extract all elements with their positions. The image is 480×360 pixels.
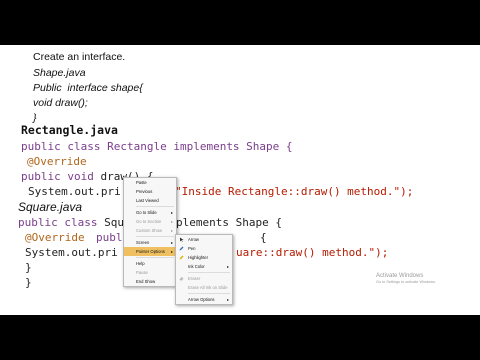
context-menu: Paste Previous Last Viewed Go to Slide ▸ … bbox=[123, 177, 177, 287]
highlighter-icon bbox=[179, 255, 184, 260]
menu-item-pause[interactable]: Pause bbox=[124, 268, 176, 277]
rect-code-line-2: @Override bbox=[27, 155, 87, 168]
watermark-title: Activate Windows bbox=[376, 273, 424, 279]
intro-line-1: Create an interface. bbox=[33, 51, 126, 63]
square-code-line-5: } bbox=[25, 276, 32, 289]
rect-code-line-4b: "Inside Rectangle::draw() method."); bbox=[175, 185, 414, 198]
menu-separator bbox=[136, 206, 174, 207]
eraser-icon bbox=[179, 277, 184, 281]
menu-item-help[interactable]: Help bbox=[124, 259, 176, 268]
menu-separator bbox=[136, 236, 174, 237]
submenu-arrow-icon: ▸ bbox=[170, 240, 173, 245]
watermark-subtitle: Go to Settings to activate Windows. bbox=[376, 279, 436, 284]
submenu-arrow-icon: ▸ bbox=[170, 210, 173, 215]
menu-item-previous[interactable]: Previous bbox=[124, 187, 176, 196]
submenu-item-arrow-options[interactable]: Arrow Options ▸ bbox=[176, 295, 232, 304]
menu-item-pointer-options[interactable]: Pointer Options ▸ bbox=[124, 247, 176, 256]
intro-line-4: void draw(); bbox=[33, 97, 88, 109]
pen-icon bbox=[179, 246, 184, 251]
submenu-item-eraser[interactable]: Eraser bbox=[176, 274, 232, 283]
bottom-letterbox bbox=[0, 315, 480, 360]
menu-separator bbox=[188, 293, 230, 294]
square-code-line-2c: { bbox=[260, 231, 267, 244]
square-code-line-3a: System.out.pri bbox=[25, 246, 118, 259]
submenu-item-ink-color[interactable]: Ink Color ▸ bbox=[176, 262, 232, 271]
rectangle-heading: Rectangle.java bbox=[21, 123, 118, 137]
submenu-arrow-icon: ▸ bbox=[170, 249, 173, 254]
submenu-arrow-icon: ▸ bbox=[226, 297, 229, 302]
intro-line-3: Public interface shape{ bbox=[33, 82, 143, 94]
top-letterbox bbox=[0, 0, 480, 45]
submenu-arrow-icon: ▸ bbox=[226, 264, 229, 269]
submenu-item-pen[interactable]: Pen bbox=[176, 244, 232, 253]
menu-item-custom-show[interactable]: Custom Show ▸ bbox=[124, 226, 176, 235]
pointer-options-submenu: Arrow Pen Highlighter Ink Color ▸ Eraser … bbox=[175, 234, 233, 305]
square-heading: Square.java bbox=[18, 200, 83, 214]
intro-line-5: } bbox=[33, 112, 37, 124]
submenu-arrow-icon: ▸ bbox=[170, 228, 173, 233]
intro-line-2: Shape.java bbox=[33, 67, 86, 79]
submenu-item-erase-all[interactable]: Erase All Ink on Slide bbox=[176, 283, 232, 292]
square-code-line-2: @Override bbox=[25, 231, 85, 244]
menu-separator bbox=[188, 272, 230, 273]
menu-item-end-show[interactable]: End Show bbox=[124, 277, 176, 286]
submenu-item-arrow[interactable]: Arrow bbox=[176, 235, 232, 244]
menu-separator bbox=[136, 257, 174, 258]
rect-code-line-4a: System.out.pri bbox=[28, 185, 121, 198]
square-code-line-2b: publ bbox=[96, 231, 123, 244]
submenu-arrow-icon: ▸ bbox=[170, 219, 173, 224]
square-code-line-3b: uare::draw() method."); bbox=[236, 246, 389, 259]
menu-item-go-to-slide[interactable]: Go to Slide ▸ bbox=[124, 208, 176, 217]
menu-item-last-viewed[interactable]: Last Viewed bbox=[124, 196, 176, 205]
square-code-line-4: } bbox=[25, 261, 32, 274]
square-code-line-1: public class Squ bbox=[18, 216, 124, 229]
menu-item-screen[interactable]: Screen ▸ bbox=[124, 238, 176, 247]
activate-windows-watermark: Activate Windows Go to Settings to activ… bbox=[376, 273, 436, 284]
menu-item-go-to-section[interactable]: Go to Section ▸ bbox=[124, 217, 176, 226]
menu-item-paste[interactable]: Paste bbox=[124, 178, 176, 187]
submenu-item-highlighter[interactable]: Highlighter bbox=[176, 253, 232, 262]
arrow-icon bbox=[180, 237, 184, 242]
rect-code-line-1: public class Rectangle implements Shape … bbox=[21, 140, 293, 153]
square-code-line-1b: plements Shape { bbox=[176, 216, 282, 229]
